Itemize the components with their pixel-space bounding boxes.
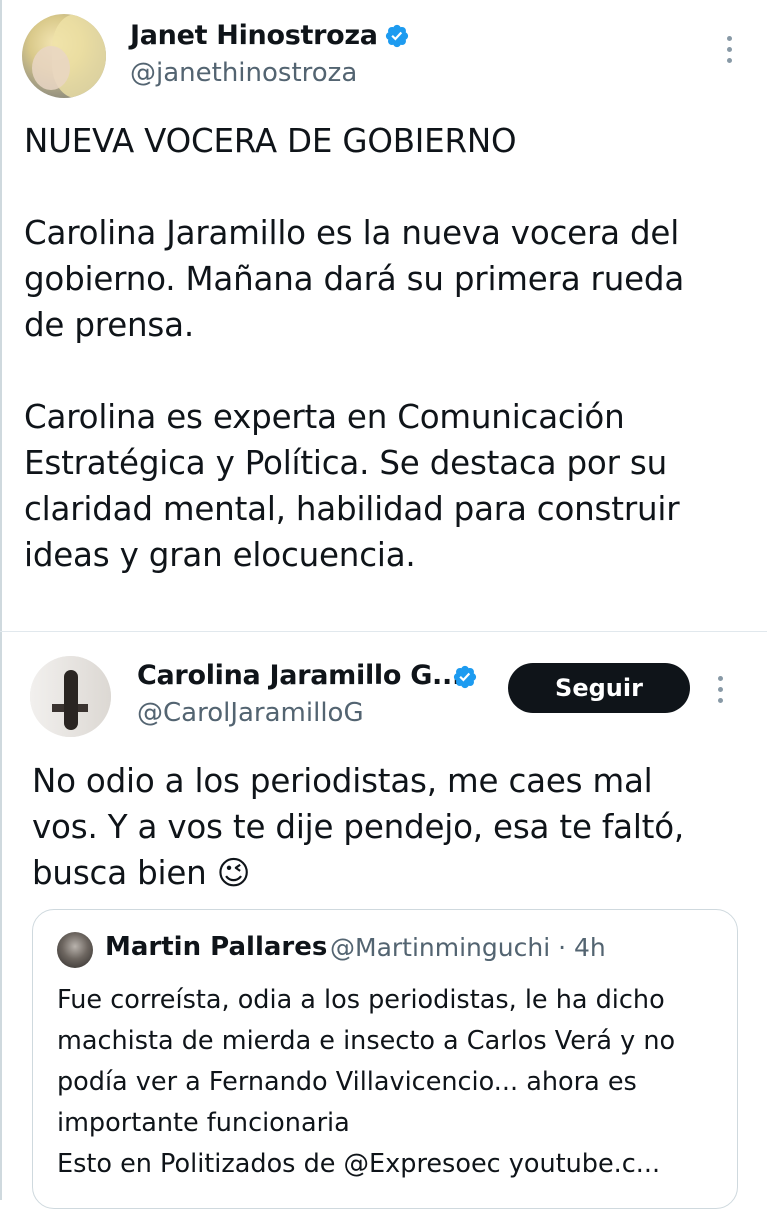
tweet-line: claridad mental, habilidad para construi…: [24, 490, 680, 528]
tweet-line: vos. Y a vos te dije pendejo, esa te fal…: [32, 808, 685, 846]
avatar[interactable]: [30, 656, 111, 737]
tweet-line: [24, 348, 684, 394]
author-handle[interactable]: @CarolJaramilloG: [137, 698, 364, 728]
tweet-line: gobierno. Mañana dará su primera rueda: [24, 260, 685, 298]
quoted-line: machista de mierda e insecto a Carlos Ve…: [57, 1026, 676, 1056]
more-options-icon[interactable]: [718, 676, 726, 706]
author-name[interactable]: Janet Hinostroza: [130, 20, 378, 51]
quoted-line: Esto en Politizados de @Expresoec youtub…: [57, 1149, 661, 1179]
quoted-author-name: Martin Pallares: [105, 932, 328, 962]
avatar-face-shape: [32, 46, 70, 90]
verified-badge-icon: [385, 24, 409, 48]
tweet-line: ideas y gran elocuencia.: [24, 536, 416, 574]
quoted-line: importante funcionaria: [57, 1108, 350, 1138]
tweet-text: NUEVA VOCERA DE GOBIERNO Carolina Jarami…: [24, 118, 684, 578]
tweet-line: NUEVA VOCERA DE GOBIERNO: [24, 122, 517, 160]
tweet-line: Carolina Jaramillo es la nueva vocera de…: [24, 214, 680, 252]
author-name[interactable]: Carolina Jaramillo G...: [137, 660, 462, 691]
tweet-carolina[interactable]: Carolina Jaramillo G... @CarolJaramilloG…: [0, 632, 767, 1209]
quoted-line: podía ver a Fernando Villavicencio... ah…: [57, 1067, 637, 1097]
more-options-icon[interactable]: [727, 36, 735, 66]
avatar-figure-shape: [64, 670, 78, 730]
tweet-line: busca bien 😉: [32, 850, 684, 896]
author-handle[interactable]: @janethinostroza: [130, 58, 357, 88]
verified-badge-icon: [453, 665, 477, 689]
quoted-author-handle-time: @Martinminguchi · 4h: [330, 933, 606, 962]
quoted-line: Fue correísta, odia a los periodistas, l…: [57, 985, 665, 1015]
quoted-tweet[interactable]: Martin Pallares @Martinminguchi · 4h Fue…: [32, 909, 738, 1209]
tweet-line: No odio a los periodistas, me caes mal: [32, 762, 653, 800]
tweet-text: No odio a los periodistas, me caes mal v…: [32, 758, 684, 896]
wink-emoji: 😉: [216, 854, 251, 892]
tweet-line: [24, 164, 684, 210]
follow-button[interactable]: Seguir: [508, 663, 690, 713]
tweet-janet[interactable]: Janet Hinostroza @janethinostroza NUEVA …: [0, 0, 767, 630]
tweet-line: Carolina es experta en Comunicación: [24, 398, 625, 436]
avatar[interactable]: [57, 932, 93, 968]
tweet-line: Estratégica y Política. Se destaca por s…: [24, 444, 667, 482]
quoted-tweet-text: Fue correísta, odia a los periodistas, l…: [57, 980, 675, 1185]
tweet-line-text: busca bien: [32, 854, 207, 892]
tweet-line: de prensa.: [24, 306, 195, 344]
avatar[interactable]: [22, 14, 106, 98]
